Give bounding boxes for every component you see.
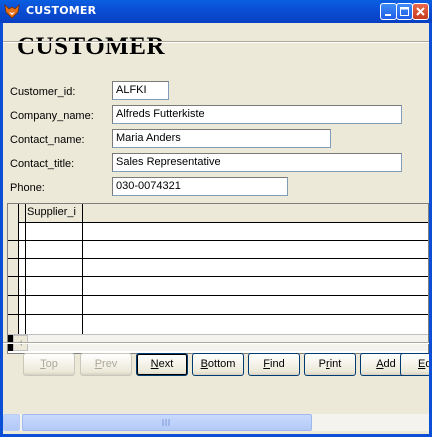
fox-icon <box>4 3 20 19</box>
heading-divider <box>3 41 429 43</box>
edit-button[interactable]: Ed <box>400 353 429 376</box>
print-button[interactable]: Print <box>304 353 356 376</box>
phone-field[interactable]: 030-0074321 <box>112 177 288 196</box>
form-heading: CUSTOMER <box>17 33 166 60</box>
next-button[interactable]: Next <box>136 353 188 376</box>
grid-row-line <box>8 295 428 296</box>
customer-id-label: Customer_id: <box>10 86 76 98</box>
window-horizontal-scrollbar[interactable] <box>3 414 429 431</box>
prev-button[interactable]: Prev <box>80 353 132 376</box>
grid-column-header[interactable]: Supplier_i <box>27 206 82 218</box>
company-name-label: Company_name: <box>10 110 94 122</box>
contact-name-field[interactable]: Maria Anders <box>112 129 331 148</box>
bottom-button[interactable]: Bottom <box>192 353 244 376</box>
grid-row-line <box>8 240 428 241</box>
scroll-thumb[interactable] <box>22 414 312 431</box>
find-button[interactable]: Find <box>248 353 300 376</box>
grid-row-line <box>8 276 428 277</box>
grid-row-line <box>8 314 428 315</box>
grid-row-line <box>8 258 428 259</box>
supplier-grid[interactable]: Supplier_i <box>7 203 429 354</box>
minimize-icon <box>385 14 391 16</box>
window-title: CUSTOMER <box>26 4 97 17</box>
contact-title-label: Contact_title: <box>10 158 75 170</box>
scroll-left-button[interactable] <box>3 414 20 431</box>
maximize-button[interactable] <box>396 3 413 20</box>
close-icon <box>416 7 425 16</box>
company-name-field[interactable]: Alfreds Futterkiste <box>112 105 402 124</box>
top-button[interactable]: Top <box>23 353 75 376</box>
phone-label: Phone: <box>10 182 45 194</box>
button-bar-divider <box>3 342 429 344</box>
minimize-button[interactable] <box>380 3 397 20</box>
close-button[interactable] <box>412 3 429 20</box>
grip-icon <box>162 419 170 426</box>
contact-name-label: Contact_name: <box>10 134 85 146</box>
contact-title-field[interactable]: Sales Representative <box>112 153 402 172</box>
customer-id-field[interactable]: ALFKI <box>112 81 169 100</box>
maximize-icon <box>400 7 409 16</box>
title-bar[interactable]: CUSTOMER <box>0 0 432 24</box>
